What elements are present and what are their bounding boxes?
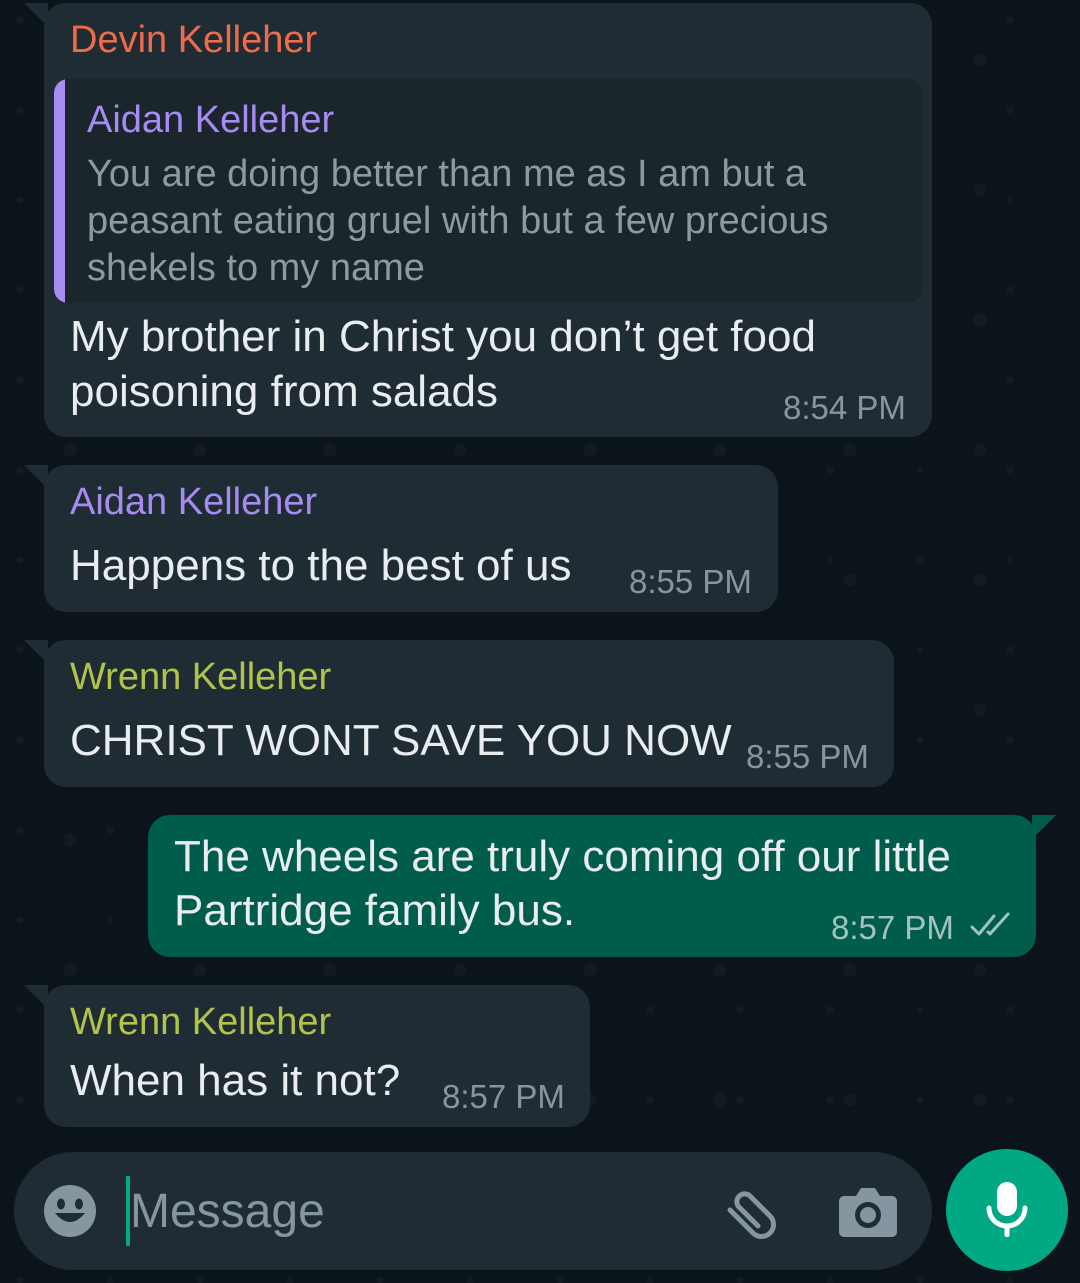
message-time: 8:57 PM	[831, 909, 954, 946]
message-text-line: My brother in Christ you don’t get food	[70, 312, 816, 361]
message-bubble-wrenn[interactable]: Wrenn Kelleher CHRIST WONT SAVE YOU NOW …	[24, 640, 894, 787]
message-text-line: poisoning from salads	[70, 367, 499, 416]
double-check-icon	[970, 912, 1010, 936]
camera-icon[interactable]	[836, 1182, 900, 1240]
message-text-line: When has it not?	[70, 1056, 401, 1105]
message-time: 8:55 PM	[629, 563, 752, 600]
paperclip-icon[interactable]	[718, 1180, 782, 1244]
message-text-line: Partridge family bus.	[174, 886, 576, 935]
message-time: 8:55 PM	[746, 738, 869, 775]
message-text-line: The wheels are truly coming off our litt…	[174, 832, 951, 881]
sender-name: Wrenn Kelleher	[70, 656, 332, 698]
emoji-icon[interactable]	[42, 1183, 98, 1239]
message-bubble-wrenn[interactable]: Wrenn Kelleher When has it not? 8:57 PM	[24, 985, 590, 1127]
sender-name: Wrenn Kelleher	[70, 1001, 332, 1043]
message-composer	[14, 1152, 932, 1270]
voice-record-button[interactable]	[946, 1149, 1068, 1271]
message-time: 8:54 PM	[783, 389, 906, 426]
quoted-message[interactable]: Aidan Kelleher You are doing better than…	[54, 79, 922, 303]
mic-icon	[986, 1182, 1028, 1237]
message-bubble-devin[interactable]: Devin Kelleher Aidan Kelleher You are do…	[24, 3, 932, 437]
quote-sender-name: Aidan Kelleher	[87, 99, 335, 141]
message-input[interactable]	[130, 1174, 710, 1248]
sender-name: Aidan Kelleher	[70, 481, 318, 523]
message-text-line: Happens to the best of us	[70, 541, 572, 590]
message-text-line: CHRIST WONT SAVE YOU NOW	[70, 716, 732, 765]
message-time: 8:57 PM	[442, 1078, 565, 1115]
message-bubble-outgoing[interactable]: The wheels are truly coming off our litt…	[148, 815, 1056, 957]
quote-text: You are doing better than me as I am but…	[87, 153, 829, 289]
message-bubble-aidan[interactable]: Aidan Kelleher Happens to the best of us…	[24, 465, 778, 612]
chat-background: Devin Kelleher Aidan Kelleher You are do…	[0, 0, 1080, 1283]
sender-name: Devin Kelleher	[70, 19, 318, 61]
quote-accent-bar	[54, 79, 65, 303]
